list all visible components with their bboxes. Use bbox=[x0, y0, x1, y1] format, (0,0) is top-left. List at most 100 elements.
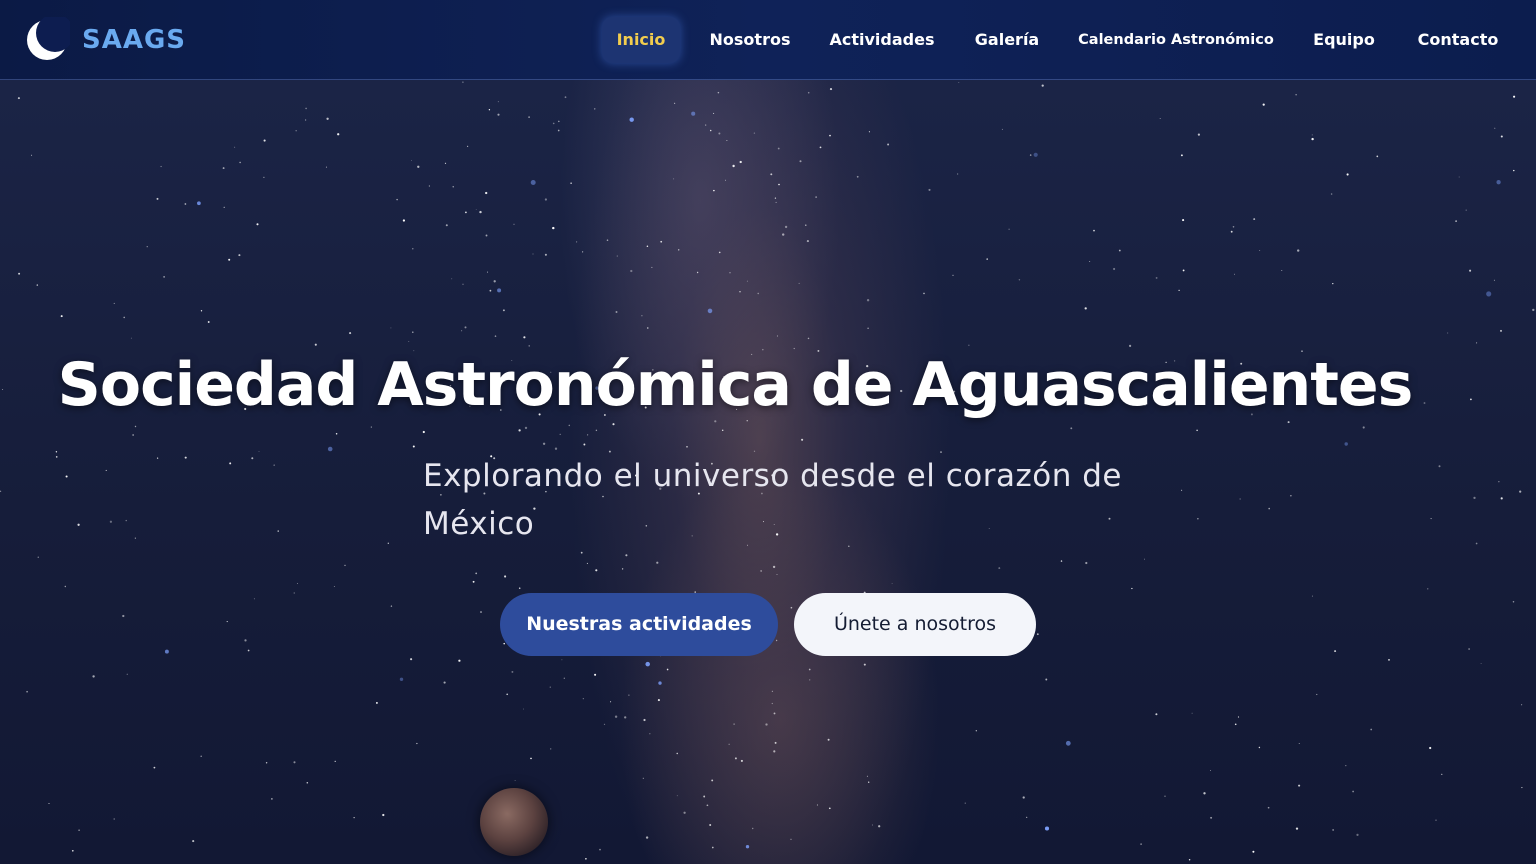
star bbox=[412, 248, 414, 250]
star bbox=[558, 120, 560, 123]
star bbox=[1232, 226, 1235, 228]
star bbox=[375, 701, 378, 704]
star bbox=[757, 292, 759, 295]
star bbox=[1018, 279, 1021, 281]
nav-item-calendario-astronomico[interactable]: Calendario Astronómico bbox=[1076, 17, 1276, 63]
star bbox=[18, 272, 21, 275]
star bbox=[784, 225, 788, 229]
star bbox=[472, 580, 475, 583]
star bbox=[561, 659, 563, 661]
star bbox=[815, 196, 817, 198]
star bbox=[487, 271, 489, 273]
star bbox=[113, 302, 115, 304]
star bbox=[325, 166, 327, 168]
star bbox=[745, 845, 750, 849]
nav-item-inicio[interactable]: Inicio bbox=[602, 17, 680, 63]
star bbox=[156, 457, 159, 459]
star bbox=[751, 827, 754, 830]
star bbox=[1345, 764, 1347, 767]
star bbox=[711, 779, 714, 782]
star bbox=[705, 124, 707, 126]
star bbox=[809, 679, 811, 681]
hero-subtitle-line-1: Explorando el universo desde el corazón … bbox=[423, 458, 1122, 494]
star bbox=[222, 167, 225, 170]
star bbox=[827, 738, 830, 741]
join-us-button[interactable]: Únete a nosotros bbox=[794, 593, 1036, 656]
star bbox=[134, 537, 136, 539]
star bbox=[26, 690, 28, 693]
star bbox=[1210, 770, 1211, 772]
star bbox=[799, 160, 802, 163]
star bbox=[559, 433, 561, 436]
star bbox=[247, 649, 250, 652]
star bbox=[382, 813, 385, 817]
nav-item-actividades[interactable]: Actividades bbox=[826, 17, 938, 63]
brand-logo[interactable]: SAAGS bbox=[24, 14, 186, 66]
star bbox=[1253, 218, 1256, 221]
star bbox=[326, 117, 329, 120]
star bbox=[1438, 465, 1441, 468]
star bbox=[511, 670, 514, 673]
star bbox=[344, 564, 346, 567]
star bbox=[238, 254, 241, 257]
star bbox=[1065, 740, 1071, 746]
star bbox=[641, 315, 643, 317]
star bbox=[353, 817, 355, 819]
our-activities-button[interactable]: Nuestras actividades bbox=[500, 593, 778, 656]
star bbox=[1258, 746, 1261, 749]
star bbox=[444, 162, 447, 164]
star bbox=[480, 611, 482, 613]
star bbox=[576, 241, 578, 243]
star bbox=[530, 757, 532, 760]
star bbox=[676, 752, 678, 755]
star bbox=[775, 639, 778, 642]
star bbox=[408, 341, 410, 342]
star bbox=[244, 639, 247, 642]
star bbox=[807, 91, 810, 94]
star bbox=[1259, 249, 1261, 251]
star bbox=[334, 760, 336, 763]
star bbox=[630, 269, 633, 273]
star bbox=[1045, 678, 1048, 681]
star bbox=[1268, 507, 1270, 510]
star bbox=[493, 280, 496, 283]
nav-item-nosotros[interactable]: Nosotros bbox=[704, 17, 796, 63]
star bbox=[1234, 273, 1235, 275]
star bbox=[387, 542, 389, 544]
star bbox=[503, 642, 505, 645]
star bbox=[771, 690, 774, 692]
star bbox=[746, 280, 748, 282]
star bbox=[422, 430, 425, 434]
star bbox=[164, 649, 169, 654]
star bbox=[776, 335, 778, 337]
star bbox=[1465, 209, 1467, 211]
star bbox=[1435, 819, 1437, 821]
star bbox=[497, 288, 502, 293]
star bbox=[725, 179, 726, 181]
star bbox=[709, 129, 712, 132]
star bbox=[31, 154, 33, 156]
star bbox=[1118, 249, 1121, 252]
star bbox=[1089, 260, 1091, 262]
star bbox=[964, 802, 966, 804]
star bbox=[1029, 154, 1032, 156]
star bbox=[1496, 180, 1501, 185]
nav-item-contacto[interactable]: Contacto bbox=[1412, 17, 1504, 63]
star bbox=[957, 173, 959, 175]
star bbox=[645, 836, 649, 839]
nav-item-galeria[interactable]: Galería bbox=[970, 17, 1044, 63]
star bbox=[502, 309, 505, 312]
star bbox=[277, 530, 279, 532]
star bbox=[806, 240, 809, 243]
star bbox=[402, 219, 406, 222]
star bbox=[1447, 332, 1449, 334]
hero-subtitle: Explorando el universo desde el corazón … bbox=[423, 452, 1123, 548]
star bbox=[1181, 489, 1183, 491]
star bbox=[808, 668, 811, 671]
planet-decoration bbox=[480, 788, 548, 856]
nav-item-equipo[interactable]: Equipo bbox=[1308, 17, 1380, 63]
star bbox=[629, 117, 634, 122]
star bbox=[564, 96, 567, 99]
star bbox=[494, 335, 497, 337]
star bbox=[1230, 230, 1233, 233]
